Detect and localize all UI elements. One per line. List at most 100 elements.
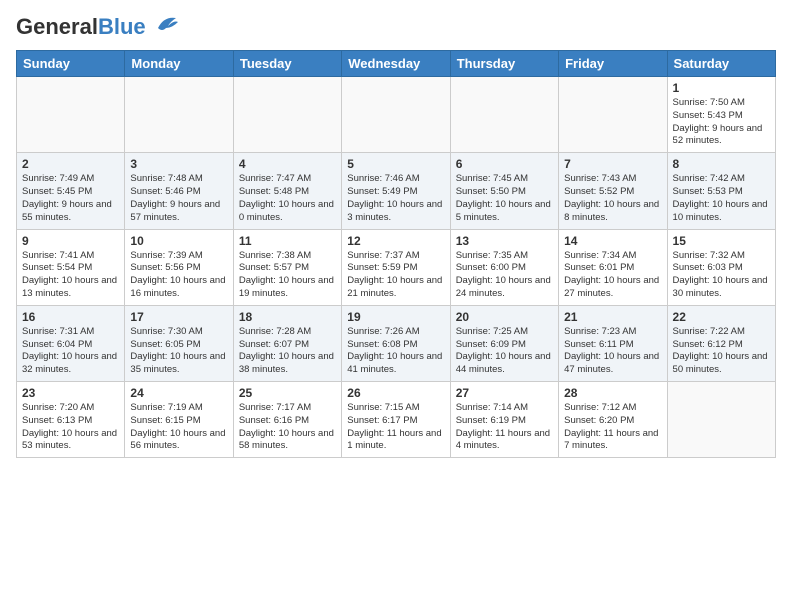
day-number: 9 bbox=[22, 234, 119, 248]
day-number: 6 bbox=[456, 157, 553, 171]
day-number: 24 bbox=[130, 386, 227, 400]
day-number: 19 bbox=[347, 310, 444, 324]
calendar-cell bbox=[450, 77, 558, 153]
day-number: 23 bbox=[22, 386, 119, 400]
day-number: 14 bbox=[564, 234, 661, 248]
day-number: 1 bbox=[673, 81, 770, 95]
day-info: Sunrise: 7:37 AM Sunset: 5:59 PM Dayligh… bbox=[347, 250, 444, 301]
day-number: 13 bbox=[456, 234, 553, 248]
day-info: Sunrise: 7:34 AM Sunset: 6:01 PM Dayligh… bbox=[564, 250, 661, 301]
calendar-cell: 28 Sunrise: 7:12 AM Sunset: 6:20 PM Dayli… bbox=[559, 382, 667, 458]
calendar-header-row: SundayMondayTuesdayWednesdayThursdayFrid… bbox=[17, 51, 776, 77]
day-number: 15 bbox=[673, 234, 770, 248]
day-number: 26 bbox=[347, 386, 444, 400]
col-header-tuesday: Tuesday bbox=[233, 51, 341, 77]
logo: GeneralBlue bbox=[16, 16, 178, 38]
day-number: 16 bbox=[22, 310, 119, 324]
calendar-cell: 19 Sunrise: 7:26 AM Sunset: 6:08 PM Dayli… bbox=[342, 305, 450, 381]
day-number: 5 bbox=[347, 157, 444, 171]
day-number: 25 bbox=[239, 386, 336, 400]
calendar-cell bbox=[233, 77, 341, 153]
day-number: 2 bbox=[22, 157, 119, 171]
col-header-friday: Friday bbox=[559, 51, 667, 77]
day-info: Sunrise: 7:14 AM Sunset: 6:19 PM Dayligh… bbox=[456, 402, 553, 453]
day-info: Sunrise: 7:35 AM Sunset: 6:00 PM Dayligh… bbox=[456, 250, 553, 301]
day-info: Sunrise: 7:32 AM Sunset: 6:03 PM Dayligh… bbox=[673, 250, 770, 301]
day-info: Sunrise: 7:20 AM Sunset: 6:13 PM Dayligh… bbox=[22, 402, 119, 453]
calendar-week-row: 23 Sunrise: 7:20 AM Sunset: 6:13 PM Dayli… bbox=[17, 382, 776, 458]
calendar-cell: 9 Sunrise: 7:41 AM Sunset: 5:54 PM Daylig… bbox=[17, 229, 125, 305]
day-info: Sunrise: 7:25 AM Sunset: 6:09 PM Dayligh… bbox=[456, 326, 553, 377]
col-header-saturday: Saturday bbox=[667, 51, 775, 77]
calendar-cell: 7 Sunrise: 7:43 AM Sunset: 5:52 PM Daylig… bbox=[559, 153, 667, 229]
calendar-cell: 4 Sunrise: 7:47 AM Sunset: 5:48 PM Daylig… bbox=[233, 153, 341, 229]
day-info: Sunrise: 7:48 AM Sunset: 5:46 PM Dayligh… bbox=[130, 173, 227, 224]
day-number: 12 bbox=[347, 234, 444, 248]
day-info: Sunrise: 7:45 AM Sunset: 5:50 PM Dayligh… bbox=[456, 173, 553, 224]
day-number: 17 bbox=[130, 310, 227, 324]
day-info: Sunrise: 7:26 AM Sunset: 6:08 PM Dayligh… bbox=[347, 326, 444, 377]
calendar-cell: 2 Sunrise: 7:49 AM Sunset: 5:45 PM Daylig… bbox=[17, 153, 125, 229]
calendar-cell: 23 Sunrise: 7:20 AM Sunset: 6:13 PM Dayli… bbox=[17, 382, 125, 458]
calendar-cell: 12 Sunrise: 7:37 AM Sunset: 5:59 PM Dayli… bbox=[342, 229, 450, 305]
calendar-cell: 18Sunrise: 7:28 AM Sunset: 6:07 PM Dayli… bbox=[233, 305, 341, 381]
calendar-week-row: 2 Sunrise: 7:49 AM Sunset: 5:45 PM Daylig… bbox=[17, 153, 776, 229]
calendar-cell: 6 Sunrise: 7:45 AM Sunset: 5:50 PM Daylig… bbox=[450, 153, 558, 229]
day-info: Sunrise: 7:46 AM Sunset: 5:49 PM Dayligh… bbox=[347, 173, 444, 224]
calendar-cell bbox=[125, 77, 233, 153]
calendar-cell: 27 Sunrise: 7:14 AM Sunset: 6:19 PM Dayli… bbox=[450, 382, 558, 458]
calendar-cell: 25 Sunrise: 7:17 AM Sunset: 6:16 PM Dayli… bbox=[233, 382, 341, 458]
day-number: 22 bbox=[673, 310, 770, 324]
calendar-cell bbox=[342, 77, 450, 153]
calendar-week-row: 1 Sunrise: 7:50 AM Sunset: 5:43 PM Daylig… bbox=[17, 77, 776, 153]
day-number: 11 bbox=[239, 234, 336, 248]
calendar-cell: 8 Sunrise: 7:42 AM Sunset: 5:53 PM Daylig… bbox=[667, 153, 775, 229]
day-number: 18 bbox=[239, 310, 336, 324]
day-info: Sunrise: 7:38 AM Sunset: 5:57 PM Dayligh… bbox=[239, 250, 336, 301]
day-info: Sunrise: 7:47 AM Sunset: 5:48 PM Dayligh… bbox=[239, 173, 336, 224]
day-info: Sunrise: 7:31 AM Sunset: 6:04 PM Dayligh… bbox=[22, 326, 119, 377]
day-number: 8 bbox=[673, 157, 770, 171]
day-info: Sunrise: 7:17 AM Sunset: 6:16 PM Dayligh… bbox=[239, 402, 336, 453]
day-info: Sunrise: 7:19 AM Sunset: 6:15 PM Dayligh… bbox=[130, 402, 227, 453]
calendar-cell bbox=[559, 77, 667, 153]
day-number: 20 bbox=[456, 310, 553, 324]
day-number: 27 bbox=[456, 386, 553, 400]
calendar-table: SundayMondayTuesdayWednesdayThursdayFrid… bbox=[16, 50, 776, 458]
day-info: Sunrise: 7:49 AM Sunset: 5:45 PM Dayligh… bbox=[22, 173, 119, 224]
calendar-body: 1 Sunrise: 7:50 AM Sunset: 5:43 PM Daylig… bbox=[17, 77, 776, 458]
day-number: 4 bbox=[239, 157, 336, 171]
calendar-cell bbox=[667, 382, 775, 458]
calendar-cell: 5 Sunrise: 7:46 AM Sunset: 5:49 PM Daylig… bbox=[342, 153, 450, 229]
day-info: Sunrise: 7:43 AM Sunset: 5:52 PM Dayligh… bbox=[564, 173, 661, 224]
logo-text: GeneralBlue bbox=[16, 16, 146, 38]
calendar-cell: 1 Sunrise: 7:50 AM Sunset: 5:43 PM Daylig… bbox=[667, 77, 775, 153]
day-info: Sunrise: 7:39 AM Sunset: 5:56 PM Dayligh… bbox=[130, 250, 227, 301]
calendar-cell: 13 Sunrise: 7:35 AM Sunset: 6:00 PM Dayli… bbox=[450, 229, 558, 305]
calendar-week-row: 16 Sunrise: 7:31 AM Sunset: 6:04 PM Dayli… bbox=[17, 305, 776, 381]
calendar-cell: 11 Sunrise: 7:38 AM Sunset: 5:57 PM Dayli… bbox=[233, 229, 341, 305]
day-info: Sunrise: 7:30 AM Sunset: 6:05 PM Dayligh… bbox=[130, 326, 227, 377]
calendar-cell: 22Sunrise: 7:22 AM Sunset: 6:12 PM Dayli… bbox=[667, 305, 775, 381]
calendar-cell: 14 Sunrise: 7:34 AM Sunset: 6:01 PM Dayli… bbox=[559, 229, 667, 305]
page-header: GeneralBlue bbox=[16, 16, 776, 38]
calendar-cell: 21Sunrise: 7:23 AM Sunset: 6:11 PM Dayli… bbox=[559, 305, 667, 381]
day-number: 28 bbox=[564, 386, 661, 400]
day-info: Sunrise: 7:42 AM Sunset: 5:53 PM Dayligh… bbox=[673, 173, 770, 224]
col-header-sunday: Sunday bbox=[17, 51, 125, 77]
calendar-cell: 20 Sunrise: 7:25 AM Sunset: 6:09 PM Dayli… bbox=[450, 305, 558, 381]
day-info: Sunrise: 7:50 AM Sunset: 5:43 PM Dayligh… bbox=[673, 97, 770, 148]
calendar-cell: 10Sunrise: 7:39 AM Sunset: 5:56 PM Dayli… bbox=[125, 229, 233, 305]
calendar-cell bbox=[17, 77, 125, 153]
calendar-cell: 26Sunrise: 7:15 AM Sunset: 6:17 PM Dayli… bbox=[342, 382, 450, 458]
day-number: 3 bbox=[130, 157, 227, 171]
col-header-monday: Monday bbox=[125, 51, 233, 77]
col-header-wednesday: Wednesday bbox=[342, 51, 450, 77]
calendar-cell: 24 Sunrise: 7:19 AM Sunset: 6:15 PM Dayli… bbox=[125, 382, 233, 458]
day-number: 7 bbox=[564, 157, 661, 171]
day-info: Sunrise: 7:41 AM Sunset: 5:54 PM Dayligh… bbox=[22, 250, 119, 301]
calendar-cell: 15 Sunrise: 7:32 AM Sunset: 6:03 PM Dayli… bbox=[667, 229, 775, 305]
calendar-cell: 17 Sunrise: 7:30 AM Sunset: 6:05 PM Dayli… bbox=[125, 305, 233, 381]
calendar-cell: 3 Sunrise: 7:48 AM Sunset: 5:46 PM Daylig… bbox=[125, 153, 233, 229]
day-info: Sunrise: 7:12 AM Sunset: 6:20 PM Dayligh… bbox=[564, 402, 661, 453]
